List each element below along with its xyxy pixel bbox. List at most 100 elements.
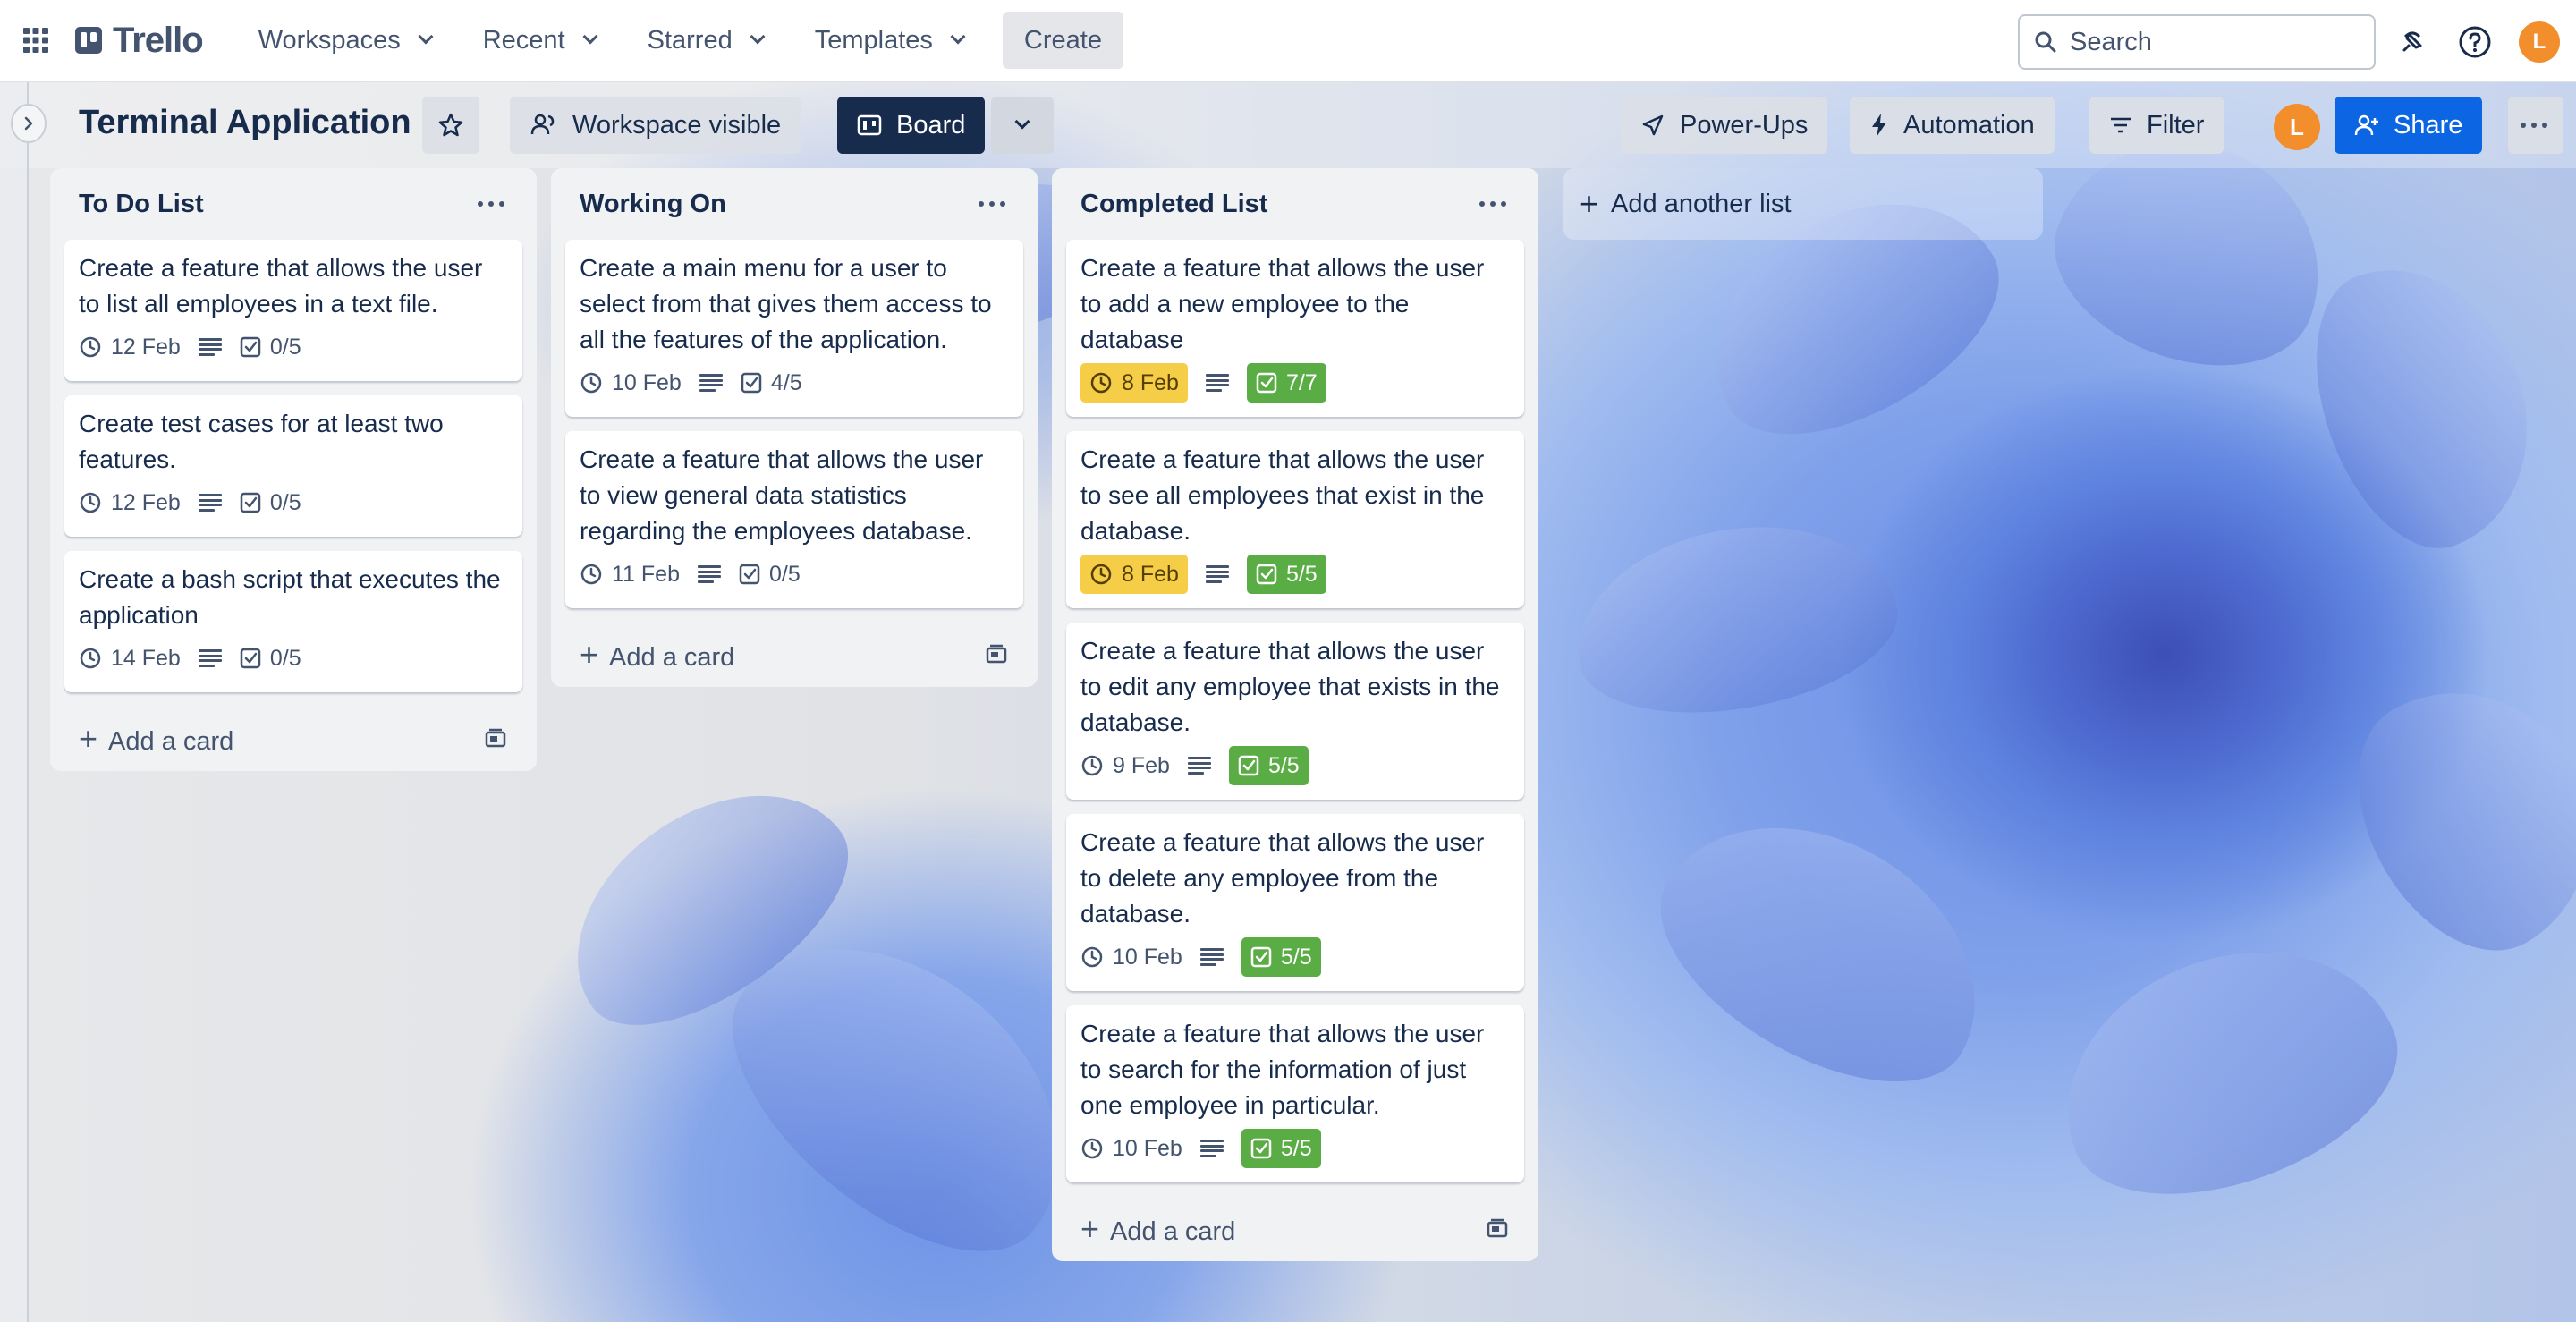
checklist-badge: 4/5 <box>741 363 802 403</box>
views-dropdown-button[interactable] <box>991 97 1054 154</box>
due-date-badge[interactable]: 10 Feb <box>1080 1129 1182 1168</box>
card[interactable]: Create a main menu for a user to select … <box>565 240 1023 417</box>
checklist-badge: 0/5 <box>739 555 801 594</box>
list-menu-icon[interactable] <box>478 201 508 207</box>
card[interactable]: Create a feature that allows the user to… <box>1066 814 1524 991</box>
add-card-button[interactable]: + Add a card <box>64 707 522 771</box>
description-icon <box>198 649 222 667</box>
card[interactable]: Create a bash script that executes the a… <box>64 551 522 692</box>
create-from-template-icon[interactable] <box>984 642 1009 667</box>
create-from-template-icon[interactable] <box>1485 1216 1510 1241</box>
chevron-right-icon <box>24 116 33 131</box>
checklist-badge: 5/5 <box>1241 937 1321 977</box>
due-date-badge[interactable]: 12 Feb <box>79 483 181 522</box>
list-menu-icon[interactable] <box>1479 201 1510 207</box>
app-switcher-icon[interactable] <box>18 22 54 58</box>
board-title[interactable]: Terminal Application <box>79 104 411 142</box>
chevron-down-icon <box>582 29 598 45</box>
rocket-icon <box>1642 114 1664 136</box>
search-input[interactable]: Search <box>2018 14 2376 70</box>
automation-label: Automation <box>1903 110 2035 140</box>
list-header: To Do List <box>64 168 522 240</box>
trello-logo[interactable]: Trello <box>75 20 204 61</box>
checklist-badge: 0/5 <box>240 639 301 678</box>
board-view-button[interactable]: Board <box>837 97 986 154</box>
chevron-down-icon <box>418 29 434 45</box>
board-member-avatar[interactable]: L <box>2274 104 2320 150</box>
checklist-count: 5/5 <box>1267 752 1300 778</box>
card[interactable]: Create a feature that allows the user to… <box>1066 240 1524 417</box>
due-date-badge[interactable]: 10 Feb <box>580 363 682 403</box>
trello-logo-text: Trello <box>113 20 204 60</box>
card[interactable]: Create a feature that allows the user to… <box>64 240 522 381</box>
star-board-button[interactable] <box>422 97 479 154</box>
list-title[interactable]: To Do List <box>79 190 204 219</box>
help-icon[interactable] <box>2456 23 2494 61</box>
workspace-visible-label: Workspace visible <box>572 110 782 140</box>
due-date-text: 11 Feb <box>612 561 680 587</box>
clock-icon <box>1090 564 1112 585</box>
starred-label: Starred <box>647 25 733 55</box>
add-list-label: Add another list <box>1611 189 1792 218</box>
due-date-badge[interactable]: 8 Feb <box>1080 363 1188 403</box>
card-title: Create test cases for at least two featu… <box>79 410 444 473</box>
checklist-badge: 0/5 <box>240 483 301 522</box>
automation-button[interactable]: Automation <box>1850 97 2055 154</box>
add-card-button[interactable]: + Add a card <box>1066 1197 1524 1261</box>
due-date-text: 14 Feb <box>111 645 181 671</box>
list-completed[interactable]: Completed List Create a feature that all… <box>1052 168 1538 1261</box>
create-from-template-icon[interactable] <box>483 726 508 751</box>
recent-menu[interactable]: Recent <box>465 12 614 69</box>
power-ups-button[interactable]: Power-Ups <box>1621 97 1828 154</box>
add-card-button[interactable]: + Add a card <box>565 623 1023 687</box>
trello-logo-icon <box>75 27 102 54</box>
card[interactable]: Create a feature that allows the user to… <box>1066 623 1524 800</box>
card-badges: 14 Feb 0/5 <box>79 637 508 680</box>
list-working-on[interactable]: Working On Create a main menu for a user… <box>551 168 1038 687</box>
clock-icon <box>80 648 101 669</box>
share-button[interactable]: Share <box>2334 97 2483 154</box>
card-title: Create a feature that allows the user to… <box>1080 1020 1485 1119</box>
create-button[interactable]: Create <box>1002 12 1123 69</box>
due-date-badge[interactable]: 10 Feb <box>1080 937 1182 977</box>
due-date-text: 12 Feb <box>111 489 181 515</box>
user-avatar[interactable]: L <box>2519 21 2560 63</box>
workspace-visible-button[interactable]: Workspace visible <box>510 97 801 154</box>
card[interactable]: Create test cases for at least two featu… <box>64 395 522 537</box>
due-date-badge[interactable]: 8 Feb <box>1080 555 1188 594</box>
checklist-icon <box>240 336 261 358</box>
due-date-badge[interactable]: 14 Feb <box>79 639 181 678</box>
list-to-do[interactable]: To Do List Create a feature that allows … <box>50 168 537 771</box>
card-badges: 10 Feb 4/5 <box>580 361 1009 404</box>
recent-label: Recent <box>482 25 565 55</box>
workspaces-menu[interactable]: Workspaces <box>241 12 449 69</box>
description-icon <box>1205 565 1229 583</box>
card[interactable]: Create a feature that allows the user to… <box>565 431 1023 608</box>
description-icon <box>1187 757 1211 775</box>
expand-sidebar-button[interactable] <box>11 104 47 143</box>
templates-menu[interactable]: Templates <box>797 12 981 69</box>
due-date-badge[interactable]: 9 Feb <box>1080 746 1170 785</box>
card[interactable]: Create a feature that allows the user to… <box>1066 1005 1524 1182</box>
description-icon <box>198 338 222 356</box>
clock-icon <box>1081 946 1103 968</box>
due-date-badge[interactable]: 12 Feb <box>79 327 181 367</box>
checklist-count: 0/5 <box>768 561 801 587</box>
list-title[interactable]: Working On <box>580 190 726 219</box>
plus-icon: + <box>79 720 98 757</box>
due-date-text: 10 Feb <box>1113 944 1182 970</box>
board-menu-button[interactable] <box>2508 97 2563 154</box>
starred-menu[interactable]: Starred <box>630 12 781 69</box>
checklist-count: 5/5 <box>1280 944 1312 970</box>
card[interactable]: Create a feature that allows the user to… <box>1066 431 1524 608</box>
list-title[interactable]: Completed List <box>1080 190 1267 219</box>
add-card-label: Add a card <box>609 643 735 672</box>
clock-icon <box>580 372 602 394</box>
list-menu-icon[interactable] <box>979 201 1009 207</box>
add-another-list-button[interactable]: + Add another list <box>1563 168 2043 240</box>
due-date-badge[interactable]: 11 Feb <box>580 555 680 594</box>
clock-icon <box>1081 755 1103 776</box>
filter-button[interactable]: Filter <box>2089 97 2224 154</box>
checklist-icon <box>741 372 762 394</box>
notifications-bell-icon[interactable] <box>2394 23 2431 61</box>
